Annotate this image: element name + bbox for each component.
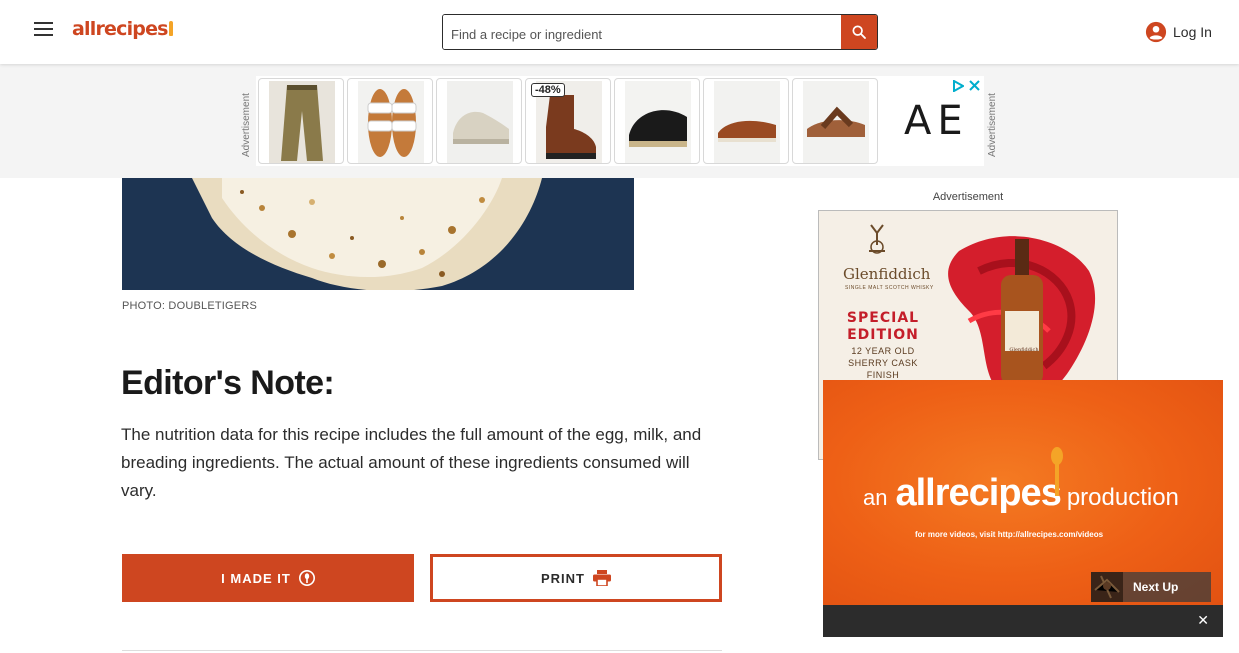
hamburger-menu-icon[interactable] — [34, 22, 54, 42]
discount-badge: -48% — [531, 83, 565, 97]
cargo-pants-image — [269, 81, 335, 163]
video-title-prefix: an — [863, 485, 888, 510]
detail-line-3: FINISH — [866, 370, 900, 380]
ad-close-icon[interactable] — [969, 80, 980, 91]
login-button[interactable]: Log In — [1145, 21, 1212, 43]
ad-product-boat-shoes[interactable] — [703, 78, 789, 164]
ad-product-chelsea-boots[interactable]: -48% — [525, 78, 611, 164]
edition-line-1: SPECIAL — [846, 310, 920, 326]
photo-credit: PHOTO: DOUBLETIGERS — [122, 300, 258, 312]
video-title: an allrecipes production — [863, 472, 1179, 515]
i-made-it-label: I MADE IT — [221, 570, 291, 586]
bottle-label: Glenfiddich — [1009, 347, 1039, 353]
ad-product-black-sandals[interactable] — [614, 78, 700, 164]
search-input[interactable] — [443, 15, 841, 49]
video-title-suffix: production — [1066, 484, 1179, 511]
ae-brand-logo[interactable]: AE — [904, 98, 969, 144]
video-subtitle: for more videos, visit http://allrecipes… — [915, 530, 1104, 539]
ad-product-white-sandals[interactable] — [347, 78, 433, 164]
print-label: PRINT — [541, 570, 585, 586]
print-button[interactable]: PRINT — [430, 554, 722, 602]
ad-product-strip[interactable]: -48% AE — [256, 76, 984, 166]
boat-shoes-image — [714, 81, 780, 163]
recipe-photo — [122, 178, 634, 290]
logo-text: allrecipes — [72, 18, 168, 40]
ad-choices-icon[interactable] — [952, 80, 964, 92]
section-divider — [122, 650, 722, 651]
next-up-thumbnail — [1091, 572, 1123, 602]
sneakers-image — [447, 81, 513, 163]
fried-food-image — [122, 178, 634, 290]
search-bar — [442, 14, 878, 50]
ad-product-cargo-pants[interactable] — [258, 78, 344, 164]
printer-icon — [593, 570, 611, 586]
edition-line-2: EDITION — [847, 327, 919, 343]
account-circle-icon — [1145, 21, 1167, 43]
video-title-brand: allrecipes — [895, 472, 1061, 514]
special-edition-text: SPECIAL EDITION — [819, 310, 947, 344]
search-icon — [852, 25, 866, 39]
logo-spoon-icon — [168, 21, 173, 36]
editor-note-body: The nutrition data for this recipe inclu… — [121, 425, 702, 500]
glenfiddich-subtitle: SINGLE MALT SCOTCH WHISKY — [845, 285, 934, 291]
next-up-label: Next Up — [1133, 580, 1179, 594]
ad-product-flip-flops[interactable] — [792, 78, 878, 164]
glenfiddich-brand: Glenfiddich — [843, 265, 931, 283]
black-sandals-image — [625, 81, 691, 163]
i-made-it-button[interactable]: I MADE IT — [122, 554, 414, 602]
edition-details: 12 YEAR OLD SHERRY CASK FINISH — [819, 345, 947, 381]
next-up-button[interactable]: Next Up — [1091, 572, 1211, 602]
search-button[interactable] — [841, 15, 877, 49]
editor-note-title: Editor's Note: — [121, 364, 335, 402]
detail-line-1: 12 YEAR OLD — [851, 346, 915, 356]
detail-line-2: SHERRY CASK — [848, 358, 918, 368]
close-icon[interactable]: ✕ — [1197, 612, 1209, 629]
login-label: Log In — [1173, 24, 1212, 40]
white-sandals-image — [358, 81, 424, 163]
ad-label-left: Advertisement — [241, 93, 252, 157]
ad-label-right: Advertisement — [987, 93, 998, 157]
sidebar-ad-label: Advertisement — [932, 191, 1004, 203]
site-logo[interactable]: allrecipes — [72, 18, 173, 40]
flip-flops-image — [803, 81, 869, 163]
site-header: allrecipes Log In — [0, 0, 1239, 64]
video-player[interactable]: an allrecipes production for more videos… — [823, 380, 1223, 637]
top-ad-banner: Advertisement Advertisement -48% AE — [0, 64, 1239, 178]
made-it-spoon-icon — [298, 570, 315, 586]
video-control-bar: ✕ — [823, 605, 1223, 637]
ad-product-sneakers[interactable] — [436, 78, 522, 164]
spoon-icon — [1051, 447, 1063, 496]
